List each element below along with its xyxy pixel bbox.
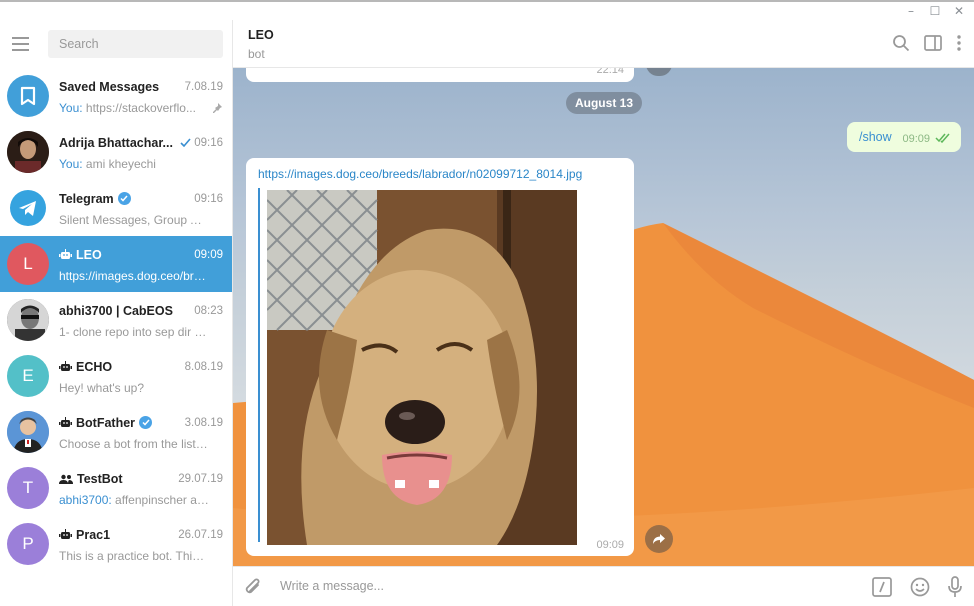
chat-name: Prac1: [76, 527, 111, 542]
chat-date: 29.07.19: [178, 472, 223, 485]
chat-name: ECHO: [76, 359, 113, 374]
share-arrow-icon: [653, 534, 665, 544]
bot-commands-icon[interactable]: [872, 577, 892, 597]
chat-date: 8.08.19: [184, 360, 223, 373]
chat-subtitle: bot: [248, 47, 265, 61]
avatar-letter: L: [23, 254, 33, 273]
avatar: P: [7, 523, 49, 565]
chat-name: abhi3700 | CabEOS: [59, 303, 173, 318]
preview-sender: You:: [59, 100, 83, 115]
chat-name: Saved Messages: [59, 79, 160, 94]
preview-sender: abhi3700:: [59, 492, 112, 507]
chat-date: 26.07.19: [178, 528, 223, 541]
chat-preview: This is a practice bot. This bo...: [59, 548, 209, 563]
chat-preview: Choose a bot from the list be...: [59, 436, 209, 451]
messages-area[interactable]: 22:14 August 13 /show 09:09 https://imag…: [233, 68, 974, 566]
avatar: [7, 411, 49, 453]
chat-item-saved-messages[interactable]: Saved Messages 7.08.19 You: https://stack…: [0, 68, 232, 124]
search-icon[interactable]: [892, 34, 910, 52]
sidebar-toggle-icon[interactable]: [924, 35, 942, 51]
search-input[interactable]: Search: [48, 30, 223, 58]
chat-preview: https://images.dog.ceo/bree...: [59, 268, 209, 283]
previous-message-bubble: 22:14: [246, 68, 634, 82]
bot-icon: [59, 361, 72, 371]
chat-name: Adrija Bhattachar...: [59, 135, 173, 150]
chat-item-leo[interactable]: L LEO 09:09 https://images.dog.ceo/bree..…: [0, 236, 232, 292]
bot-icon: [59, 249, 72, 259]
chat-preview: Silent Messages, Group Admi...: [59, 212, 209, 227]
message-time: 22:14: [596, 68, 624, 76]
chat-date: 08:23: [194, 304, 223, 317]
chat-date: 09:16: [194, 136, 223, 149]
chat-title[interactable]: LEO: [248, 28, 274, 42]
title-bar: – ☐ ✕: [0, 0, 974, 20]
preview-accent-bar: [258, 188, 260, 542]
avatar-letter: P: [22, 534, 34, 553]
chat-item-testbot[interactable]: T TestBot 29.07.19 abhi3700: affenpinsche…: [0, 460, 232, 516]
chat-date: 09:09: [194, 248, 223, 261]
avatar: T: [7, 467, 49, 509]
bookmark-icon: [20, 86, 36, 106]
verified-badge-icon: [117, 192, 131, 205]
chat-preview: affenpinscher afric...: [115, 492, 209, 507]
chat-preview: https://stackoverflo...: [82, 100, 196, 115]
sent-check-icon: [180, 138, 191, 147]
chat-name: Telegram: [59, 191, 114, 206]
bot-icon: [59, 529, 72, 539]
message-time: 09:09: [902, 133, 930, 145]
group-icon: [59, 474, 73, 484]
avatar: E: [7, 355, 49, 397]
chat-date: 3.08.19: [184, 416, 223, 429]
chat-name: LEO: [76, 247, 102, 262]
chat-item-adrija[interactable]: Adrija Bhattachar... 09:16 You: ami khey…: [0, 124, 232, 180]
chat-header: LEO bot: [233, 20, 974, 68]
paper-plane-icon: [10, 190, 46, 226]
chat-preview: ami kheyechi: [82, 156, 156, 171]
chat-name: BotFather: [76, 415, 136, 430]
chat-preview: Hey! what's up?: [59, 380, 145, 395]
avatar-letter: E: [22, 366, 34, 385]
chat-item-cabeos[interactable]: abhi3700 | CabEOS 08:23 1- clone repo int…: [0, 292, 232, 348]
avatar: [7, 187, 49, 229]
hamburger-menu-icon[interactable]: [12, 33, 34, 55]
chat-item-echo[interactable]: E ECHO 8.08.19 Hey! what's up?: [0, 348, 232, 404]
more-options-icon[interactable]: [956, 35, 962, 51]
message-time: 09:09: [596, 539, 624, 551]
avatar: [7, 75, 49, 117]
date-separator: August 13: [566, 92, 642, 114]
dog-photo[interactable]: [267, 190, 577, 545]
preview-sender: You:: [59, 156, 83, 171]
verified-badge-icon: [139, 416, 153, 429]
maximize-button[interactable]: ☐: [926, 3, 944, 19]
emoji-icon[interactable]: [910, 577, 930, 597]
avatar: L: [7, 243, 49, 285]
microphone-icon[interactable]: [948, 576, 962, 598]
minimize-button[interactable]: –: [902, 3, 920, 19]
message-composer: Write a message...: [233, 566, 974, 606]
chat-date: 09:16: [194, 192, 223, 205]
chat-item-telegram[interactable]: Telegram 09:16 Silent Messages, Group Adm…: [0, 180, 232, 236]
telegram-window: – ☐ ✕ Search Saved Messages 7.08.19 You: …: [0, 0, 974, 606]
chat-item-prac1[interactable]: P Prac1 26.07.19 This is a practice bot. …: [0, 516, 232, 572]
chat-date: 7.08.19: [184, 80, 223, 93]
chat-list-sidebar: Search Saved Messages 7.08.19 You: https:…: [0, 20, 233, 606]
pin-icon: [213, 102, 222, 113]
chat-preview: 1- clone repo into sep dir 2- b...: [59, 324, 209, 339]
message-text[interactable]: /show: [859, 130, 892, 144]
close-button[interactable]: ✕: [950, 3, 968, 19]
forward-button[interactable]: [645, 525, 673, 553]
avatar: [7, 299, 49, 341]
avatar-letter: T: [22, 478, 34, 497]
avatar: [7, 131, 49, 173]
outgoing-message[interactable]: /show 09:09: [847, 122, 961, 152]
message-link[interactable]: https://images.dog.ceo/breeds/labrador/n…: [258, 167, 582, 181]
attach-icon[interactable]: [243, 576, 263, 598]
chat-name: TestBot: [77, 471, 123, 486]
message-input[interactable]: Write a message...: [280, 579, 384, 593]
bot-icon: [59, 417, 72, 427]
read-checkmarks-icon: [935, 133, 950, 143]
incoming-message[interactable]: https://images.dog.ceo/breeds/labrador/n…: [246, 158, 634, 556]
chat-item-botfather[interactable]: BotFather 3.08.19 Choose a bot from the l…: [0, 404, 232, 460]
